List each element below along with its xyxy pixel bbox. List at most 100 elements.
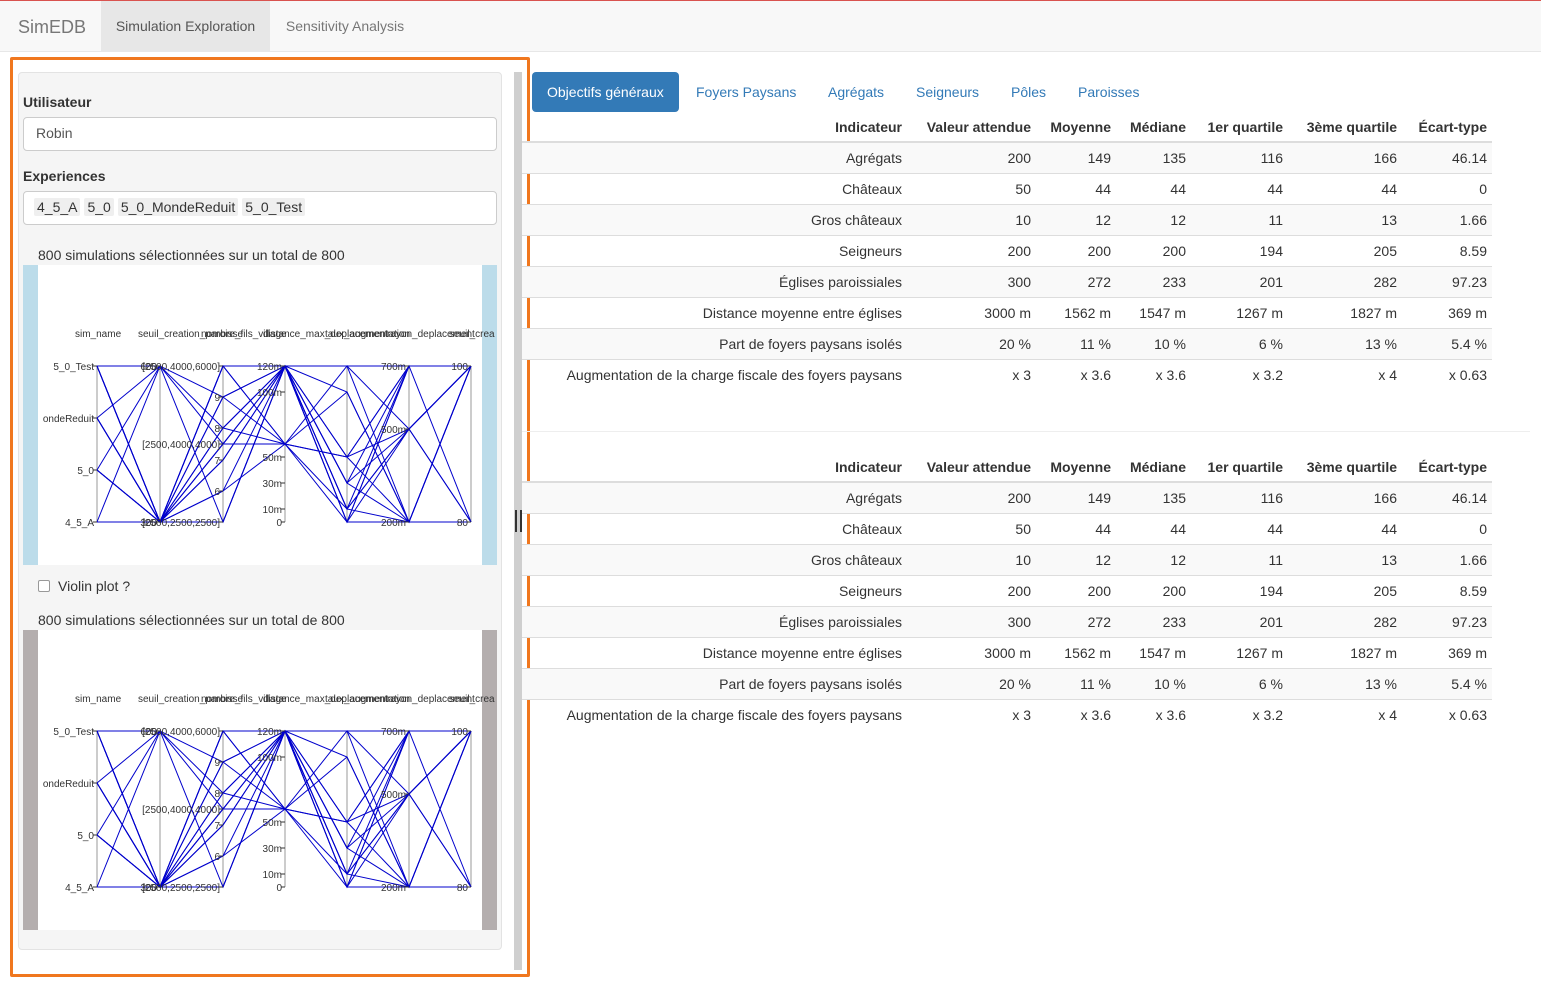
value-cell: 135 (1116, 481, 1191, 513)
column-header: 3ème quartile (1288, 112, 1402, 143)
checkbox-icon[interactable] (38, 580, 50, 592)
experience-tag[interactable]: 4_5_A (34, 198, 81, 216)
axis-tick-label: 500m (381, 425, 406, 436)
value-cell: 1267 m (1191, 636, 1288, 668)
nav-tab-simulation-exploration[interactable]: Simulation Exploration (101, 1, 270, 52)
value-cell: 233 (1116, 605, 1191, 637)
axis-tick-label: 30m (263, 844, 282, 855)
indicator-cell: Agrégats (522, 481, 907, 513)
value-cell: x 3.6 (1116, 358, 1191, 390)
value-cell: 369 m (1402, 296, 1492, 328)
indicator-cell: Distance moyenne entre églises (522, 296, 907, 328)
user-label: Utilisateur (23, 94, 92, 110)
column-header: 1er quartile (1191, 452, 1288, 483)
value-cell: 10 % (1116, 327, 1191, 359)
panel-resize-handle[interactable] (515, 510, 522, 532)
value-cell: 44 (1191, 172, 1288, 204)
app-brand[interactable]: SimEDB (18, 17, 86, 38)
value-cell: x 3.2 (1191, 698, 1288, 730)
axis-tick-label: 7 (214, 456, 220, 467)
value-cell: 1.66 (1402, 543, 1492, 575)
violin-plot-checkbox[interactable]: Violin plot ? (38, 578, 130, 594)
experiences-label: Experiences (23, 168, 106, 184)
value-cell: 13 % (1288, 327, 1402, 359)
parallel-coordinates-svg[interactable]: sim_name seuil_creation_paroissenombre_fi… (23, 265, 497, 565)
value-cell: 205 (1288, 234, 1402, 266)
value-cell: 1562 m (1036, 636, 1116, 668)
value-cell: x 0.63 (1402, 358, 1492, 390)
value-cell: 369 m (1402, 636, 1492, 668)
column-header: Écart-type (1402, 112, 1492, 143)
value-cell: 1267 m (1191, 296, 1288, 328)
indicators-table-1: Indicateur Valeur attendue Moyenne Médiane 1… (522, 112, 1492, 390)
column-header: Indicateur (522, 452, 907, 483)
axis-tick-label: 200m (381, 518, 406, 529)
axis-tick-label: 80 (457, 518, 469, 529)
column-header: Moyenne (1036, 112, 1116, 143)
value-cell: 12 (1036, 543, 1116, 575)
axis-tick-label: 4_5_A (65, 518, 94, 529)
top-navbar: SimEDB Simulation Exploration Sensitivit… (0, 0, 1541, 52)
indicator-cell: Distance moyenne entre églises (522, 636, 907, 668)
tab-agregats[interactable]: Agrégats (813, 72, 899, 112)
nav-tab-sensitivity-analysis[interactable]: Sensitivity Analysis (270, 1, 420, 52)
axis-tick-label: 6 (214, 487, 220, 498)
value-cell: 1827 m (1288, 296, 1402, 328)
axis-tick-label: 0 (276, 518, 282, 529)
table-row: Augmentation de la charge fiscale des fo… (522, 698, 1492, 730)
axis-tick-label: 100 (451, 727, 468, 738)
value-cell: 20 % (907, 667, 1036, 699)
value-cell: x 3 (907, 698, 1036, 730)
tab-foyers-paysans[interactable]: Foyers Paysans (681, 72, 811, 112)
value-cell: 116 (1191, 141, 1288, 173)
experience-tag[interactable]: 5_0_Test (242, 198, 306, 216)
column-header: 3ème quartile (1288, 452, 1402, 483)
axis-tick-label: 200m (381, 883, 406, 894)
axis-tick-label: 700m (381, 362, 406, 373)
tab-objectifs-generaux[interactable]: Objectifs généraux (532, 72, 679, 112)
value-cell: 8.59 (1402, 234, 1492, 266)
indicator-cell: Agrégats (522, 141, 907, 173)
value-cell: 10 % (1116, 667, 1191, 699)
value-cell: x 3.6 (1116, 698, 1191, 730)
axis-tick-label: [2500,4000,6000] (142, 362, 220, 373)
axis-tick-label: 9 (214, 393, 220, 404)
table-row: Distance moyenne entre églises 3000 m 1562… (522, 636, 1492, 668)
indicator-cell: Châteaux (522, 172, 907, 204)
value-cell: x 3.6 (1036, 358, 1116, 390)
indicator-cell: Gros châteaux (522, 543, 907, 575)
value-cell: 10 (907, 203, 1036, 235)
value-cell: 44 (1288, 512, 1402, 544)
value-cell: 44 (1191, 512, 1288, 544)
axis-tick-label: ondeReduit (43, 414, 94, 425)
experiences-multiselect[interactable]: 4_5_A 5_0 5_0_MondeReduit 5_0_Test (23, 191, 497, 225)
value-cell: 20 % (907, 327, 1036, 359)
tab-seigneurs[interactable]: Seigneurs (901, 72, 994, 112)
axis-header: seuil_crea (449, 329, 495, 340)
value-cell: 200 (907, 234, 1036, 266)
axis-tick-label: 8 (214, 789, 220, 800)
axis-tick-label: 50m (263, 453, 282, 464)
axis-tick-label: 7 (214, 821, 220, 832)
value-cell: 12 (1116, 203, 1191, 235)
value-cell: x 3 (907, 358, 1036, 390)
parallel-coordinates-plot-2[interactable]: sim_name seuil_creation_paroisse nombre_fi… (23, 630, 497, 930)
axis-tick-label: 10m (263, 505, 282, 516)
experience-tag[interactable]: 5_0_MondeReduit (117, 198, 239, 216)
axis-tick-label: 5_0_Test (53, 727, 94, 738)
value-cell: 11 (1191, 543, 1288, 575)
parallel-coordinates-plot-1[interactable]: sim_name seuil_creation_paroisse nombre_fi… (23, 265, 497, 565)
value-cell: 282 (1288, 605, 1402, 637)
tab-poles[interactable]: Pôles (996, 72, 1061, 112)
table-row: Châteaux 50 44 44 44 44 0 (522, 512, 1492, 544)
value-cell: 44 (1036, 512, 1116, 544)
experience-tag[interactable]: 5_0 (84, 198, 114, 216)
table-row: Agrégats 200 149 135 116 166 46.14 (522, 141, 1492, 173)
value-cell: 6 % (1191, 327, 1288, 359)
section-divider (522, 431, 1530, 432)
parallel-coordinates-svg[interactable]: sim_name seuil_creation_paroissenombre_fi… (23, 630, 497, 930)
value-cell: 200 (907, 574, 1036, 606)
value-cell: x 0.63 (1402, 698, 1492, 730)
tab-paroisses[interactable]: Paroisses (1063, 72, 1154, 112)
user-input[interactable]: Robin (23, 117, 497, 151)
